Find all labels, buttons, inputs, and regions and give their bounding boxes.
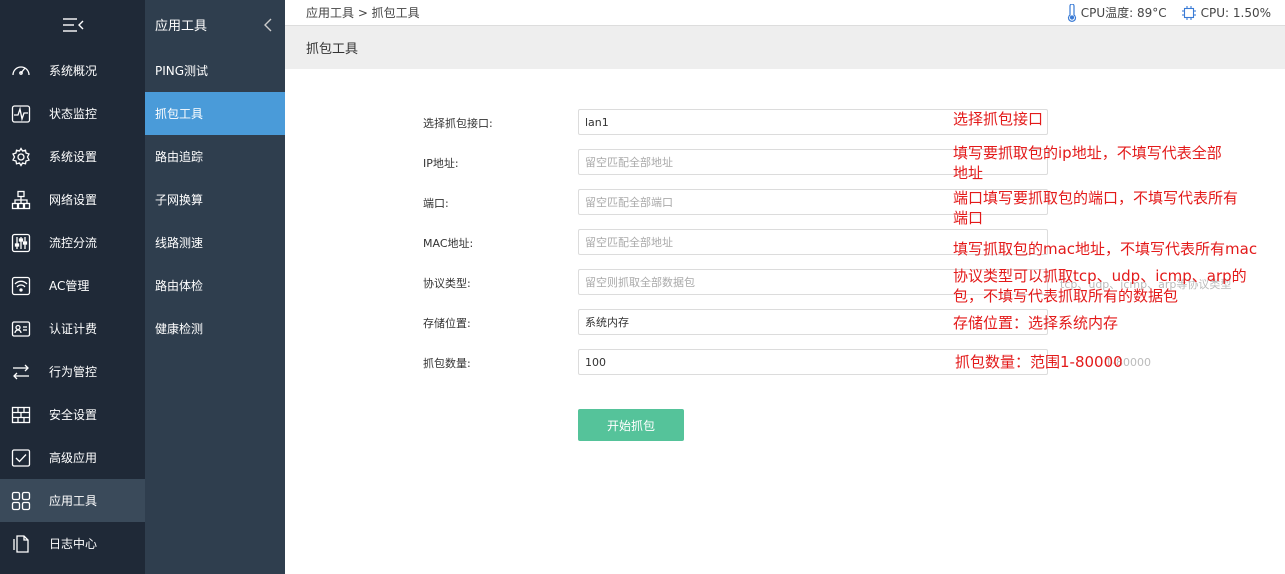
wifi-icon xyxy=(10,275,32,297)
nav-item-ac-management[interactable]: AC管理 xyxy=(0,264,145,307)
sub-item-label: 抓包工具 xyxy=(155,107,204,121)
sub-item-label: 子网换算 xyxy=(155,193,204,207)
sub-item-ping[interactable]: PING测试 xyxy=(145,49,285,92)
nav-item-behavior-control[interactable]: 行为管控 xyxy=(0,350,145,393)
cpu-usage-text: CPU: 1.50% xyxy=(1200,5,1271,20)
id-card-icon xyxy=(10,318,32,340)
breadcrumb: 应用工具 > 抓包工具 xyxy=(306,6,420,20)
sub-sidebar-title: 应用工具 xyxy=(155,19,208,34)
sub-item-health-check[interactable]: 健康检测 xyxy=(145,307,285,350)
nav-item-app-tools[interactable]: 应用工具 xyxy=(0,479,145,522)
storage-label: 存储位置: xyxy=(423,317,471,330)
cpu-chip-icon xyxy=(1181,5,1196,20)
port-label: 端口: xyxy=(423,197,449,210)
form-row-mac: MAC地址: 留空匹配全部地址 填写抓取包的mac地址，不填写代表所有mac xyxy=(285,229,1285,258)
cpu-usage-stat: CPU: 1.50% xyxy=(1181,5,1271,21)
interface-annotation: 选择抓包接口 xyxy=(953,110,1044,128)
nav-item-label: 网络设置 xyxy=(49,193,98,207)
sub-sidebar: 应用工具 PING测试 抓包工具 路由追踪 子网换算 线路测速 路由体检 健康检… xyxy=(145,0,285,574)
form-row-protocol: 协议类型: 留空则抓取全部数据包 tcp、udp、icmp、arp等协议类型 协… xyxy=(285,267,1285,305)
firewall-icon xyxy=(10,404,32,426)
ip-annotation: 填写要抓取包的ip地址，不填写代表全部 地址 xyxy=(953,144,1222,182)
nav-item-label: 行为管控 xyxy=(49,365,98,379)
sub-sidebar-header: 应用工具 xyxy=(145,0,285,49)
nav-item-security-settings[interactable]: 安全设置 xyxy=(0,393,145,436)
chevron-left-icon[interactable] xyxy=(263,18,273,32)
sub-item-label: 线路测速 xyxy=(155,236,204,250)
sub-item-label: 路由追踪 xyxy=(155,150,204,164)
sliders-icon xyxy=(10,232,32,254)
cpu-temp-stat: CPU温度: 89°C xyxy=(1067,3,1167,22)
nav-item-log-center[interactable]: 日志中心 xyxy=(0,522,145,565)
nav-item-label: AC管理 xyxy=(49,279,90,293)
page-title: 抓包工具 xyxy=(306,42,359,57)
form-row-interface: 选择抓包接口: lan1 选择抓包接口 xyxy=(285,109,1285,135)
ip-label: IP地址: xyxy=(423,157,459,170)
system-stats: CPU温度: 89°C CPU: 1.50% xyxy=(1067,3,1271,22)
checklist-icon xyxy=(10,447,32,469)
gear-icon xyxy=(10,146,32,168)
protocol-label: 协议类型: xyxy=(423,277,471,290)
count-annotation: 抓包数量：范围1-80000 xyxy=(955,353,1123,371)
top-bar: 应用工具 > 抓包工具 CPU温度: 89°C CPU: 1.50% xyxy=(285,0,1285,26)
thermometer-icon xyxy=(1067,3,1076,22)
document-icon xyxy=(10,533,32,555)
count-label: 抓包数量: xyxy=(423,357,471,370)
main-sidebar: 系统概况 状态监控 系统设置 网络设置 流控分流 AC管理 认证计费 行为管控 … xyxy=(0,0,145,574)
nav-item-advanced-apps[interactable]: 高级应用 xyxy=(0,436,145,479)
nav-item-auth-billing[interactable]: 认证计费 xyxy=(0,307,145,350)
nav-item-system-overview[interactable]: 系统概况 xyxy=(0,49,145,92)
nav-item-label: 状态监控 xyxy=(49,107,98,121)
storage-annotation: 存储位置：选择系统内存 xyxy=(953,314,1119,332)
nav-item-label: 应用工具 xyxy=(49,494,98,508)
form-row-ip: IP地址: 留空匹配全部地址 填写要抓取包的ip地址，不填写代表全部 地址 xyxy=(285,144,1285,182)
nav-item-label: 系统设置 xyxy=(49,150,98,164)
nav-item-flow-control[interactable]: 流控分流 xyxy=(0,221,145,264)
nav-item-label: 安全设置 xyxy=(49,408,98,422)
main-content: 应用工具 > 抓包工具 CPU温度: 89°C CPU: 1.50% 抓包工具 … xyxy=(285,0,1285,574)
arrows-icon xyxy=(10,361,32,383)
network-icon xyxy=(10,189,32,211)
menu-collapse-icon xyxy=(62,17,83,32)
nav-item-label: 高级应用 xyxy=(49,451,98,465)
protocol-annotation: 协议类型可以抓取tcp、udp、icmp、arp的 包，不填写代表抓取所有的数据… xyxy=(953,267,1247,305)
mac-annotation: 填写抓取包的mac地址，不填写代表所有mac xyxy=(953,240,1258,258)
apps-icon xyxy=(10,490,32,512)
port-annotation: 端口填写要抓取包的端口，不填写代表所有 端口 xyxy=(953,189,1239,227)
sub-item-route-check[interactable]: 路由体检 xyxy=(145,264,285,307)
pulse-icon xyxy=(10,103,32,125)
cpu-temp-text: CPU温度: 89°C xyxy=(1080,6,1167,20)
start-capture-button[interactable]: 开始抓包 xyxy=(578,409,684,441)
form-row-port: 端口: 留空匹配全部端口 端口填写要抓取包的端口，不填写代表所有 端口 xyxy=(285,189,1285,227)
mac-label: MAC地址: xyxy=(423,237,474,250)
interface-label: 选择抓包接口: xyxy=(423,117,493,130)
sub-item-label: PING测试 xyxy=(155,64,209,78)
page-header: 抓包工具 xyxy=(285,26,1285,69)
sub-item-label: 路由体检 xyxy=(155,279,204,293)
nav-item-label: 系统概况 xyxy=(49,64,98,78)
nav-item-system-settings[interactable]: 系统设置 xyxy=(0,135,145,178)
nav-item-status-monitor[interactable]: 状态监控 xyxy=(0,92,145,135)
sub-item-subnet-calc[interactable]: 子网换算 xyxy=(145,178,285,221)
sub-item-packet-capture[interactable]: 抓包工具 xyxy=(145,92,285,135)
form-row-count: 抓包数量: 100 1-80000 抓包数量：范围1-80000 xyxy=(285,349,1285,375)
sub-item-traceroute[interactable]: 路由追踪 xyxy=(145,135,285,178)
menu-toggle-button[interactable] xyxy=(0,0,145,49)
nav-item-label: 流控分流 xyxy=(49,236,98,250)
nav-item-label: 日志中心 xyxy=(49,537,98,551)
sub-item-label: 健康检测 xyxy=(155,322,204,336)
nav-item-label: 认证计费 xyxy=(49,322,98,336)
form-row-storage: 存储位置: 系统内存 存储位置：选择系统内存 xyxy=(285,309,1285,335)
nav-item-network-settings[interactable]: 网络设置 xyxy=(0,178,145,221)
dashboard-icon xyxy=(10,60,32,82)
sub-item-speed-test[interactable]: 线路测速 xyxy=(145,221,285,264)
